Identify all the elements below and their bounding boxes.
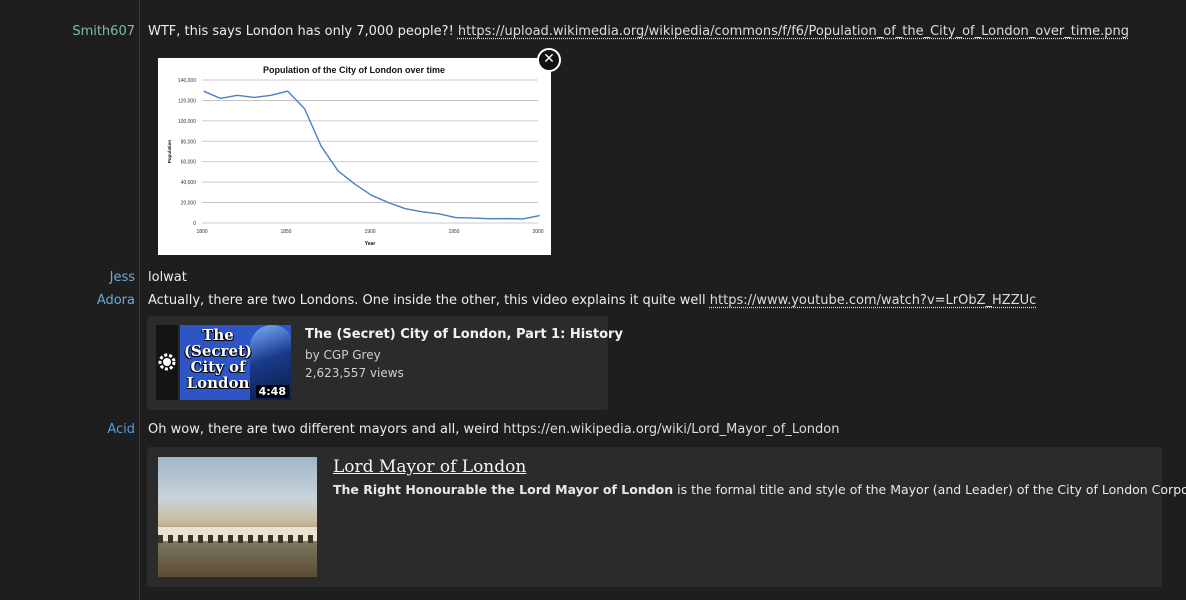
x-tick-label: 2000 bbox=[532, 229, 543, 235]
y-tick-label: 80,000 bbox=[181, 139, 197, 145]
thumbnail-title: The (Secret) City of London bbox=[182, 327, 254, 391]
y-axis-label: Population bbox=[167, 140, 172, 163]
y-tick-label: 100,000 bbox=[178, 119, 196, 125]
video-thumbnail[interactable]: The (Secret) City of London 4:48 bbox=[180, 325, 291, 400]
nick-divider bbox=[139, 0, 140, 600]
nick[interactable]: Acid bbox=[107, 422, 135, 437]
y-tick-label: 120,000 bbox=[178, 98, 196, 104]
wikipedia-card[interactable]: Lord Mayor of London The Right Honourabl… bbox=[147, 447, 1162, 587]
series-line bbox=[204, 91, 540, 219]
message-text: WTF, this says London has only 7,000 peo… bbox=[148, 24, 1129, 39]
video-views: 2,623,557 views bbox=[305, 366, 404, 380]
x-tick-label: 1800 bbox=[196, 229, 207, 235]
message-body: lolwat bbox=[148, 270, 187, 285]
youtube-channel-logo bbox=[156, 325, 178, 400]
message-body: WTF, this says London has only 7,000 peo… bbox=[148, 24, 454, 39]
chart-title: Population of the City of London over ti… bbox=[263, 65, 445, 75]
close-icon[interactable]: ✕ bbox=[537, 48, 561, 72]
population-chart: Population of the City of London over ti… bbox=[158, 58, 551, 255]
video-title[interactable]: The (Secret) City of London, Part 1: His… bbox=[305, 327, 623, 342]
y-tick-label: 140,000 bbox=[178, 78, 196, 84]
wiki-desc-rest: is the formal title and style of the May… bbox=[673, 482, 1186, 497]
message-body: Oh wow, there are two different mayors a… bbox=[148, 422, 499, 437]
image-embed[interactable]: Population of the City of London over ti… bbox=[158, 58, 551, 255]
x-axis-label: Year bbox=[365, 241, 376, 247]
y-tick-label: 20,000 bbox=[181, 201, 197, 207]
x-tick-label: 1950 bbox=[448, 229, 459, 235]
nick[interactable]: Jess bbox=[110, 270, 135, 285]
message-link[interactable]: https://upload.wikimedia.org/wikipedia/c… bbox=[458, 24, 1129, 39]
message-link[interactable]: https://en.wikipedia.org/wiki/Lord_Mayor… bbox=[503, 422, 839, 437]
wiki-desc-bold: The Right Honourable the Lord Mayor of L… bbox=[333, 482, 673, 497]
y-tick-label: 60,000 bbox=[181, 160, 197, 166]
wiki-title[interactable]: Lord Mayor of London bbox=[333, 457, 526, 477]
video-duration: 4:48 bbox=[256, 385, 289, 398]
bridge-arches bbox=[158, 535, 317, 543]
youtube-card[interactable]: The (Secret) City of London 4:48 The (Se… bbox=[147, 316, 608, 410]
nick[interactable]: Adora bbox=[97, 293, 135, 308]
y-tick-label: 40,000 bbox=[181, 180, 197, 186]
wiki-description: The Right Honourable the Lord Mayor of L… bbox=[333, 482, 1186, 497]
thames-water bbox=[158, 543, 317, 577]
message-text: Oh wow, there are two different mayors a… bbox=[148, 422, 839, 437]
gear-icon bbox=[156, 325, 178, 400]
y-tick-label: 0 bbox=[193, 221, 196, 227]
message-link[interactable]: https://www.youtube.com/watch?v=LrObZ_HZ… bbox=[710, 293, 1036, 308]
x-tick-label: 1850 bbox=[280, 229, 291, 235]
wiki-thumbnail bbox=[158, 457, 317, 577]
message-body: Actually, there are two Londons. One ins… bbox=[148, 293, 706, 308]
video-channel: by CGP Grey bbox=[305, 348, 381, 362]
message-text: Actually, there are two Londons. One ins… bbox=[148, 293, 1036, 308]
nick[interactable]: Smith607 bbox=[72, 24, 135, 39]
x-tick-label: 1900 bbox=[364, 229, 375, 235]
